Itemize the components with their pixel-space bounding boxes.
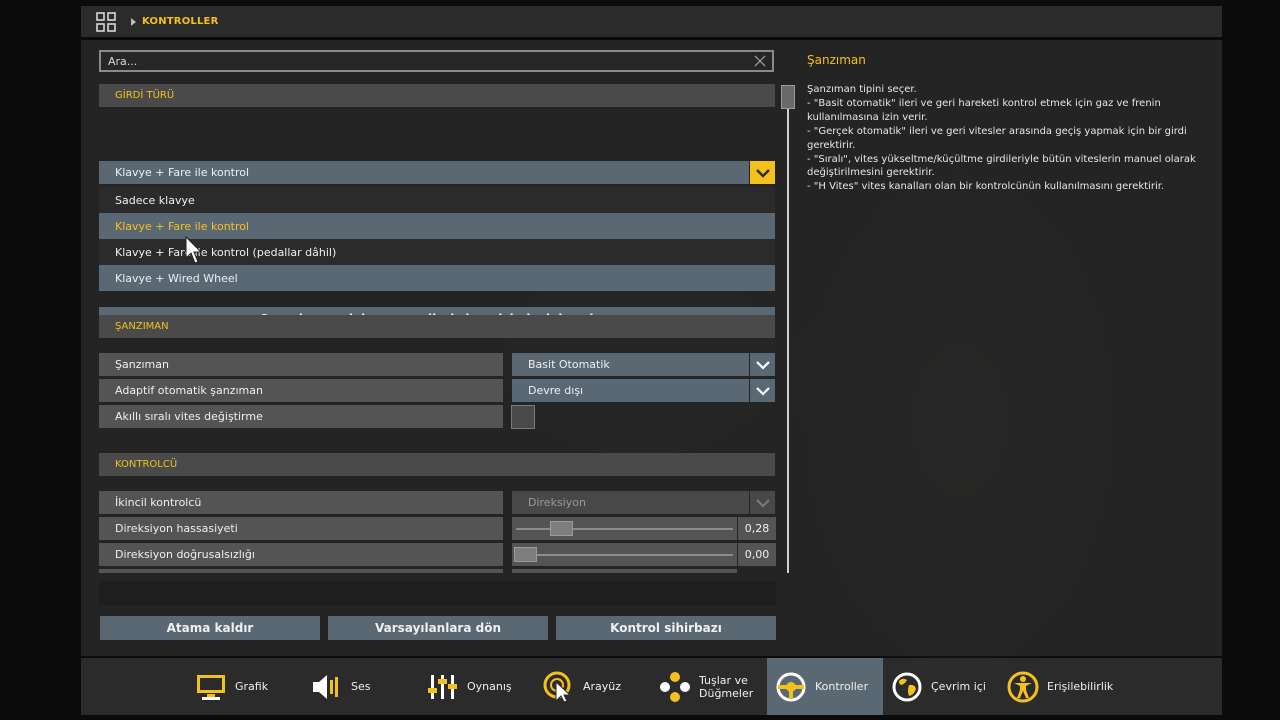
secondary-controller-row: İkincil kontrolcü <box>99 491 503 514</box>
info-line: Şanzıman tipini seçer. <box>807 84 917 95</box>
adaptive-transmission-row: Adaptif otomatik şanzıman <box>99 379 503 402</box>
globe-icon <box>891 671 923 703</box>
search-placeholder: Ara... <box>108 54 138 68</box>
steering-nonlinearity-value: 0,00 <box>738 543 776 566</box>
section-title: GİRDİ TÜRÜ <box>115 90 175 101</box>
nav-item-gameplay[interactable]: Oynanış <box>427 658 512 715</box>
input-type-dropdown-button[interactable] <box>750 161 775 184</box>
speaker-icon <box>311 671 343 703</box>
info-line: - "Sıralı", vites yükseltme/küçültme gir… <box>807 153 1196 179</box>
smart-shifting-checkbox[interactable] <box>511 405 535 429</box>
chevron-down-icon <box>755 168 770 178</box>
smart-shifting-row: Akıllı sıralı vites değiştirme <box>99 405 503 428</box>
unbind-button[interactable]: Atama kaldır <box>100 616 320 640</box>
section-title: KONTROLCÜ <box>115 459 178 470</box>
steering-nonlinearity-slider[interactable] <box>512 543 737 566</box>
bottom-nav: Grafik Ses Oynanış Arayüz Tuşlar ve Düğm… <box>81 658 1222 715</box>
grid-icon <box>96 11 116 32</box>
scrollbar-thumb[interactable] <box>781 85 795 109</box>
slider-knob[interactable] <box>514 547 537 562</box>
menu-grid-button[interactable] <box>81 6 131 37</box>
clear-search-icon[interactable] <box>753 54 767 68</box>
top-bar: KONTROLLER <box>81 6 1222 37</box>
gamepad-buttons-icon <box>659 671 691 703</box>
nav-item-graphics[interactable]: Grafik <box>195 658 268 715</box>
slider-knob[interactable] <box>550 521 573 536</box>
list-item-partial <box>99 569 503 573</box>
steering-sensitivity-slider[interactable] <box>512 517 737 540</box>
scrollbar-track[interactable] <box>787 85 789 573</box>
steering-nonlinearity-row: Direksiyon doğrusalsızlığı <box>99 543 503 566</box>
list-item-partial <box>512 569 737 573</box>
nav-item-sound[interactable]: Ses <box>311 658 370 715</box>
chevron-down-icon <box>755 386 770 396</box>
steering-sensitivity-value: 0,28 <box>738 517 776 540</box>
nav-item-interface[interactable]: Arayüz <box>543 658 621 715</box>
control-wizard-button[interactable]: Kontrol sihirbazı <box>556 616 776 640</box>
steering-sensitivity-row: Direksiyon hassasiyeti <box>99 517 503 540</box>
sliders-icon <box>427 671 459 703</box>
cursor-target-icon <box>543 671 575 703</box>
slider-track <box>516 554 733 556</box>
breadcrumb: KONTROLLER <box>142 16 219 27</box>
info-description: Şanzıman tipini seçer. - "Basit otomatik… <box>807 83 1207 194</box>
secondary-controller-select: Direksiyon <box>512 491 749 514</box>
nav-item-accessibility[interactable]: Erişilebilirlik <box>1007 658 1113 715</box>
section-input-type: GİRDİ TÜRÜ <box>99 84 775 107</box>
status-strip <box>99 581 776 605</box>
nav-item-keys-buttons[interactable]: Tuşlar ve Düğmeler <box>659 658 759 715</box>
adaptive-transmission-select[interactable]: Devre dışı <box>512 379 749 402</box>
chevron-down-icon <box>755 498 770 508</box>
info-line: - "H Vites" vites kanalları olan bir kon… <box>807 181 1165 193</box>
section-transmission-header: ŞANZIMAN <box>99 315 775 338</box>
section-controller-header: KONTROLCÜ <box>99 453 775 476</box>
slider-track <box>516 528 733 530</box>
section-title: ŞANZIMAN <box>115 321 169 332</box>
nav-item-online[interactable]: Çevrim içi <box>891 658 986 715</box>
transmission-select[interactable]: Basit Otomatik <box>512 353 749 376</box>
steering-wheel-icon <box>775 671 807 703</box>
search-input[interactable]: Ara... <box>99 50 774 72</box>
info-title: Şanzıman <box>807 53 866 67</box>
monitor-icon <box>195 671 227 703</box>
reset-defaults-button[interactable]: Varsayılanlara dön <box>328 616 548 640</box>
secondary-controller-dropdown-button <box>750 491 775 514</box>
transmission-dropdown-button[interactable] <box>750 353 775 376</box>
adaptive-transmission-dropdown-button[interactable] <box>750 379 775 402</box>
nav-item-controls[interactable]: Kontroller <box>767 658 883 715</box>
input-type-selected: Klavye + Fare ile kontrol <box>115 166 250 179</box>
accessibility-icon <box>1007 671 1039 703</box>
option-keyboard-only[interactable]: Sadece klavye <box>99 187 775 213</box>
option-keyboard-wired-wheel[interactable]: Klavye + Wired Wheel <box>99 265 775 291</box>
input-type-select[interactable]: Klavye + Fare ile kontrol <box>99 161 749 184</box>
mouse-cursor-icon <box>185 236 203 264</box>
transmission-row: Şanzıman <box>99 353 503 376</box>
info-line: - "Gerçek otomatik" ileri ve geri vitesl… <box>807 125 1187 151</box>
chevron-down-icon <box>755 360 770 370</box>
breadcrumb-arrow-icon <box>131 17 136 26</box>
info-line: - "Basit otomatik" ileri ve geri hareket… <box>807 97 1161 123</box>
